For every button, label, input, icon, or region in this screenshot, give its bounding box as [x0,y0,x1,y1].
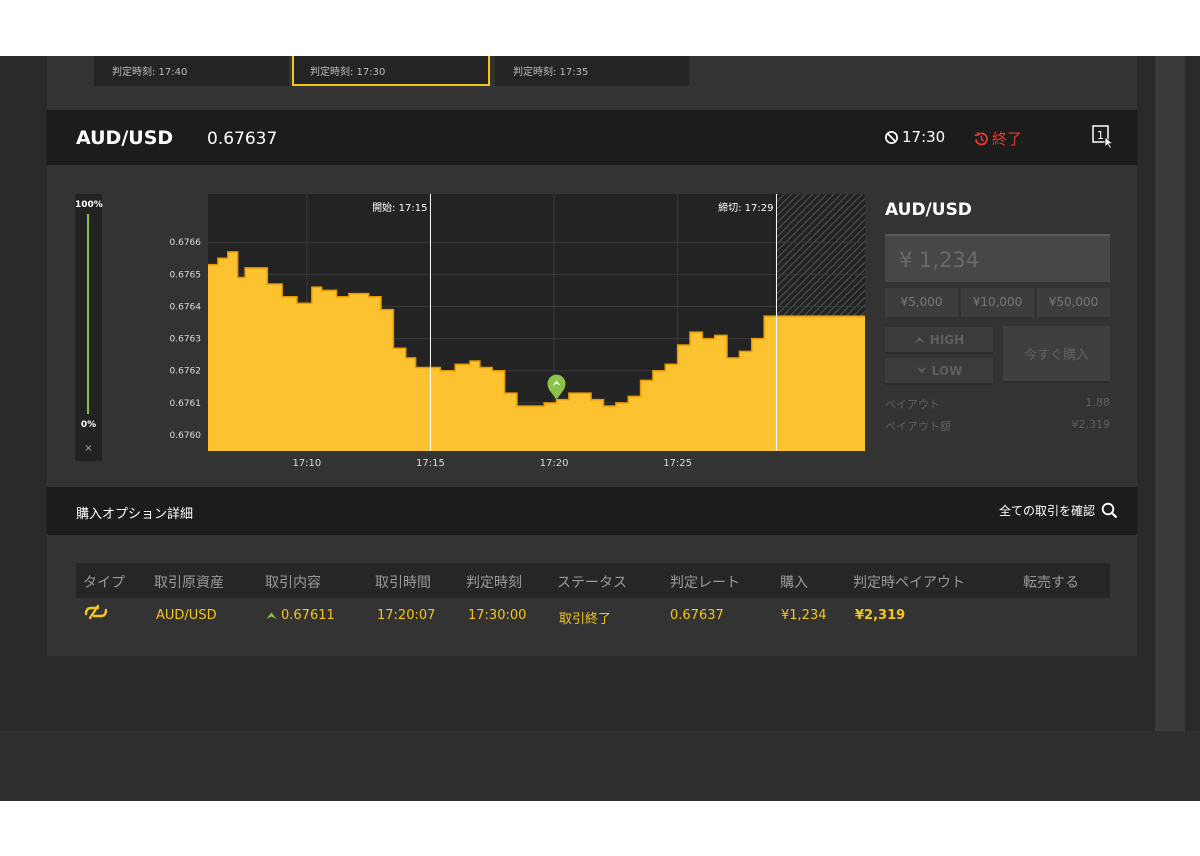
col-content: 取引内容 [265,575,321,591]
y-tick-label: 0.6761 [170,399,202,409]
search-icon [1101,502,1118,519]
end-label: 締切: 17:29 [718,201,773,214]
start-label: 開始: 17:15 [372,201,427,214]
one-click-number: 1 [1097,129,1104,142]
expiry-card-1735[interactable]: 判定時刻: 17:35 [495,56,689,86]
x-tick-label: 17:25 [663,458,692,469]
history-clock-icon [974,131,988,145]
low-button[interactable]: LOW [885,358,993,385]
right-gutter [1155,56,1185,731]
chip-10000[interactable]: ¥10,000 [961,288,1034,317]
asset-pair: AUD/USD [76,127,174,149]
row-purchase: ¥1,234 [781,608,827,623]
row-content-rate: 0.67611 [281,608,335,623]
one-click-toggle[interactable]: 1 [1092,125,1114,153]
trade-panel-pair: AUD/USD [885,200,972,220]
no-entry-icon [885,130,898,144]
chip-5000[interactable]: ¥5,000 [885,288,958,317]
trades-table-header: タイプ 取引原資産 取引内容 取引時間 判定時刻 ステータス 判定レート 購入 … [76,563,1110,598]
x-tick-label: 17:10 [292,458,321,469]
high-arrow-icon [266,612,277,619]
buy-now-button[interactable]: 今すぐ購入 [1003,326,1110,383]
sentiment-gauge: 100% 0% × [75,194,103,461]
col-resell: 転売する [1023,575,1079,591]
col-expiry: 判定時刻 [466,575,522,591]
low-label: LOW [931,363,963,378]
row-expiry-rate: 0.67637 [670,608,724,623]
expiry-clock: 17:30 [884,128,945,146]
payout-amount-label: ペイアウト額 [885,420,951,433]
ended-status: 終了 [973,128,1022,149]
gauge-bottom-label: 0% [80,420,97,430]
row-payout: ¥2,319 [855,608,906,623]
y-tick-label: 0.6762 [170,367,202,377]
high-button[interactable]: HIGH [885,327,993,354]
col-asset: 取引原資産 [154,575,224,591]
chip-50000[interactable]: ¥50,000 [1037,288,1110,317]
high-low-type-icon [84,604,108,620]
high-arrow-icon [914,336,925,343]
payout-row: ペイアウト 1.88 [885,396,1110,412]
y-tick-label: 0.6763 [170,335,202,345]
col-purchase: 購入 [780,575,808,591]
expiry-card-1730-selected[interactable]: 判定時刻: 17:30 [292,56,490,86]
one-click-cursor-icon: 1 [1092,125,1114,150]
expiry-time: 17:30 [902,128,946,146]
view-all-trades-label: 全ての取引を確認 [999,504,1096,518]
gauge-close-button[interactable]: × [75,443,102,454]
y-tick-label: 0.6764 [170,302,202,312]
y-tick-label: 0.6765 [170,270,202,280]
expiry-card-label: 判定時刻: 17:40 [112,67,188,78]
low-arrow-icon [916,367,927,374]
payout-amount-row: ペイアウト額 ¥2,319 [885,418,1110,434]
expiry-card-1740[interactable]: 判定時刻: 17:40 [94,56,289,86]
view-all-trades-link[interactable]: 全ての取引を確認 [999,502,1118,519]
col-trade-time: 取引時間 [375,575,431,591]
col-payout: 判定時ペイアウト [853,575,965,591]
row-expiry: 17:30:00 [468,608,527,623]
purchase-details-bar: 購入オプション詳細 全ての取引を確認 [47,487,1137,535]
x-tick-label: 17:20 [540,458,569,469]
footer-band [0,731,1200,801]
row-content: 0.67611 [266,608,335,623]
asset-header-bar: AUD/USD 0.67637 17:30 終了 1 [47,110,1137,165]
col-type: タイプ [83,575,125,591]
col-status: ステータス [557,575,627,591]
row-asset: AUD/USD [156,608,217,623]
gauge-bar [87,214,89,414]
payout-label: ペイアウト [885,398,940,411]
amount-input[interactable]: ¥ 1,234 [885,234,1110,282]
col-expiry-rate: 判定レート [670,575,740,591]
purchase-details-title: 購入オプション詳細 [76,507,194,522]
row-trade-time: 17:20:07 [377,608,436,623]
current-rate: 0.67637 [207,129,278,149]
trade-panel: 判定時刻: 17:40 判定時刻: 17:30 判定時刻: 17:35 AUD/… [47,56,1137,656]
y-tick-label: 0.6766 [170,238,202,248]
gauge-top-label: 100% [75,200,103,210]
price-chart: 0.6766 0.6765 0.6764 0.6763 0.6762 0.6761 0.67… [170,194,865,469]
y-tick-label: 0.6760 [170,431,202,441]
ended-label: 終了 [992,130,1023,148]
x-tick-label: 17:15 [416,458,445,469]
row-status: 取引終了 [559,612,612,627]
expiry-card-label: 判定時刻: 17:30 [310,67,386,78]
payout-amount-value: ¥2,319 [1071,418,1111,431]
expiry-card-label: 判定時刻: 17:35 [513,67,589,78]
app-screen: 判定時刻: 17:40 判定時刻: 17:30 判定時刻: 17:35 AUD/… [0,56,1200,801]
high-label: HIGH [929,332,965,347]
payout-value: 1.88 [1085,396,1111,409]
